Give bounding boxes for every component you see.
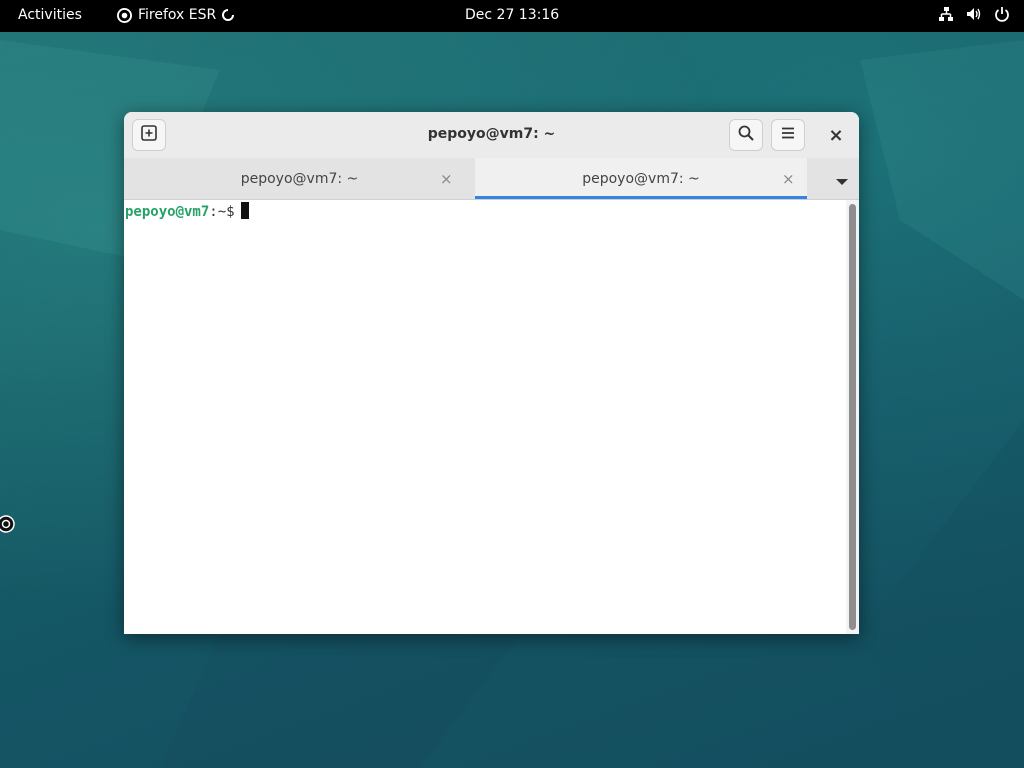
- tab-close-icon[interactable]: ×: [782, 170, 795, 188]
- tab-bar: pepoyo@vm7: ~ × pepoyo@vm7: ~ ×: [124, 158, 859, 200]
- loading-spinner-icon: [222, 9, 235, 21]
- power-icon[interactable]: [994, 6, 1010, 22]
- volume-icon[interactable]: [966, 6, 982, 22]
- window-close-button[interactable]: ×: [819, 119, 853, 151]
- tab-list-dropdown-icon[interactable]: [835, 172, 849, 191]
- terminal-area[interactable]: pepoyo@vm7:~$: [124, 200, 846, 634]
- terminal-window: pepoyo@vm7: ~ × pepoyo@vm7: ~ × pepoyo@v…: [124, 112, 859, 634]
- app-menu[interactable]: Firefox ESR: [117, 7, 235, 23]
- search-icon: [738, 125, 754, 145]
- tab-label: pepoyo@vm7: ~: [582, 171, 700, 187]
- prompt-user-host: pepoyo@vm7: [125, 204, 210, 220]
- shell-prompt: pepoyo@vm7:~$: [125, 202, 249, 220]
- activities-button[interactable]: Activities: [18, 7, 82, 23]
- terminal-scrollbar[interactable]: [846, 200, 859, 634]
- desktop-cursor-icon: [0, 514, 16, 538]
- text-cursor: [240, 202, 249, 219]
- app-name: Firefox ESR: [138, 7, 217, 23]
- tab-1[interactable]: pepoyo@vm7: ~ ×: [124, 158, 475, 199]
- top-bar: Activities Firefox ESR Dec 27 13:16: [0, 0, 1024, 32]
- header-bar: pepoyo@vm7: ~ ×: [124, 112, 859, 159]
- firefox-icon: [117, 7, 132, 23]
- hamburger-menu-icon: [780, 125, 796, 145]
- tab-2[interactable]: pepoyo@vm7: ~ ×: [475, 158, 807, 199]
- prompt-path: :~$: [209, 204, 235, 220]
- scrollbar-thumb[interactable]: [849, 204, 856, 630]
- main-menu-button[interactable]: [771, 119, 805, 151]
- tab-close-icon[interactable]: ×: [440, 170, 453, 188]
- network-icon[interactable]: [938, 6, 954, 22]
- tab-label: pepoyo@vm7: ~: [240, 171, 359, 187]
- system-tray[interactable]: [938, 6, 1010, 22]
- clock[interactable]: Dec 27 13:16: [465, 7, 559, 23]
- close-icon: ×: [828, 124, 844, 146]
- search-button[interactable]: [729, 119, 763, 151]
